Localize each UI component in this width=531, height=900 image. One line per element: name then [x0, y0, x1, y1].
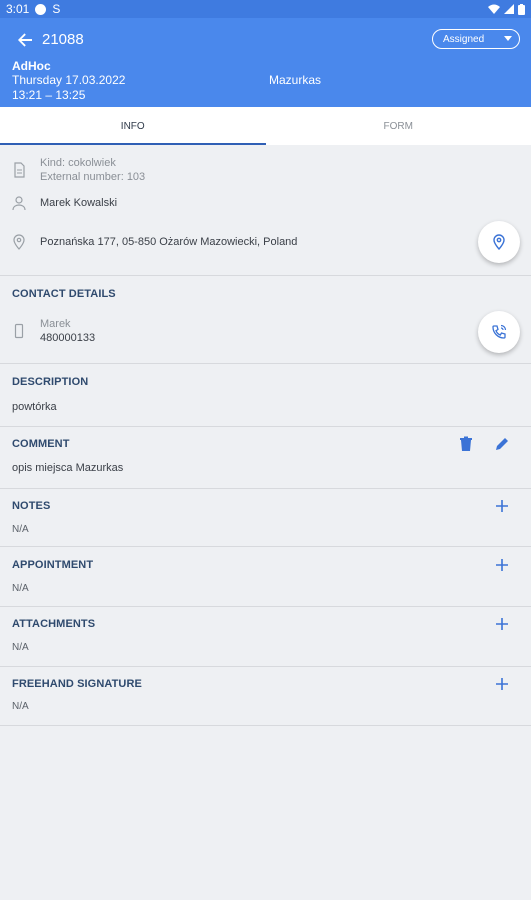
- attachments-section-title: ATTACHMENTS: [12, 618, 96, 630]
- appointment-value: N/A: [12, 583, 29, 594]
- status-dropdown[interactable]: Assigned: [432, 29, 520, 49]
- document-icon: [14, 162, 25, 178]
- comment-section-title: COMMENT: [12, 438, 70, 450]
- divider: [0, 363, 531, 364]
- signature-section-title: FREEHAND SIGNATURE: [12, 678, 142, 690]
- divider: [0, 666, 531, 667]
- order-time-range: 13:21 – 13:25: [12, 88, 86, 102]
- notes-section-title: NOTES: [12, 500, 51, 512]
- call-button[interactable]: [478, 311, 520, 353]
- notification-dot-icon: [35, 3, 47, 15]
- order-date: Thursday 17.03.2022: [12, 73, 126, 87]
- tab-bar: INFO FORM: [0, 107, 531, 145]
- divider: [0, 546, 531, 547]
- battery-icon: [518, 3, 525, 15]
- divider: [0, 606, 531, 607]
- tab-form[interactable]: FORM: [266, 107, 531, 145]
- external-number: External number: 103: [40, 171, 146, 183]
- arrow-back-icon: [18, 33, 32, 47]
- clock: 3:01: [6, 2, 30, 16]
- delete-icon[interactable]: [459, 436, 473, 452]
- tab-info[interactable]: INFO: [0, 107, 266, 145]
- wifi-icon: [488, 4, 500, 14]
- location-pin-icon: [493, 234, 505, 250]
- description-section-title: DESCRIPTION: [12, 376, 89, 388]
- status-value: Assigned: [443, 33, 485, 45]
- signal-icon: [504, 4, 514, 14]
- attachments-value: N/A: [12, 642, 29, 653]
- navigate-button[interactable]: [478, 221, 520, 263]
- divider: [0, 488, 531, 489]
- phone-device-icon: [14, 323, 24, 339]
- location-name: Mazurkas: [269, 73, 322, 87]
- notification-s-icon: S: [52, 2, 61, 16]
- person-name: Marek Kowalski: [40, 197, 118, 209]
- add-appointment-icon[interactable]: [494, 557, 510, 573]
- signature-value: N/A: [12, 701, 29, 712]
- description-text: powtórka: [12, 401, 57, 413]
- location-pin-icon: [13, 234, 25, 250]
- contact-name: Marek: [40, 318, 71, 330]
- add-note-icon[interactable]: [494, 498, 510, 514]
- contact-phone: 480000133: [40, 332, 96, 344]
- status-bar: 3:01 S: [0, 0, 531, 18]
- kind-text: Kind: cokolwiek: [40, 157, 116, 169]
- chevron-down-icon: [504, 36, 512, 41]
- edit-icon[interactable]: [494, 436, 510, 452]
- order-type: AdHoc: [12, 59, 51, 73]
- person-icon: [12, 196, 26, 211]
- notes-value: N/A: [12, 524, 29, 535]
- order-id: 21088: [42, 31, 84, 48]
- divider: [0, 426, 531, 427]
- add-signature-icon[interactable]: [494, 676, 510, 692]
- add-attachment-icon[interactable]: [494, 616, 510, 632]
- contact-section-title: CONTACT DETAILS: [12, 288, 116, 300]
- address-text: Poznańska 177, 05-850 Ożarów Mazowiecki,…: [40, 236, 298, 248]
- phone-call-icon: [492, 324, 507, 339]
- divider: [0, 275, 531, 276]
- back-button[interactable]: [14, 29, 36, 51]
- comment-text: opis miejsca Mazurkas: [12, 462, 124, 474]
- appointment-section-title: APPOINTMENT: [12, 559, 94, 571]
- app-header: 21088 Assigned AdHoc Thursday 17.03.2022…: [0, 18, 531, 107]
- divider: [0, 725, 531, 726]
